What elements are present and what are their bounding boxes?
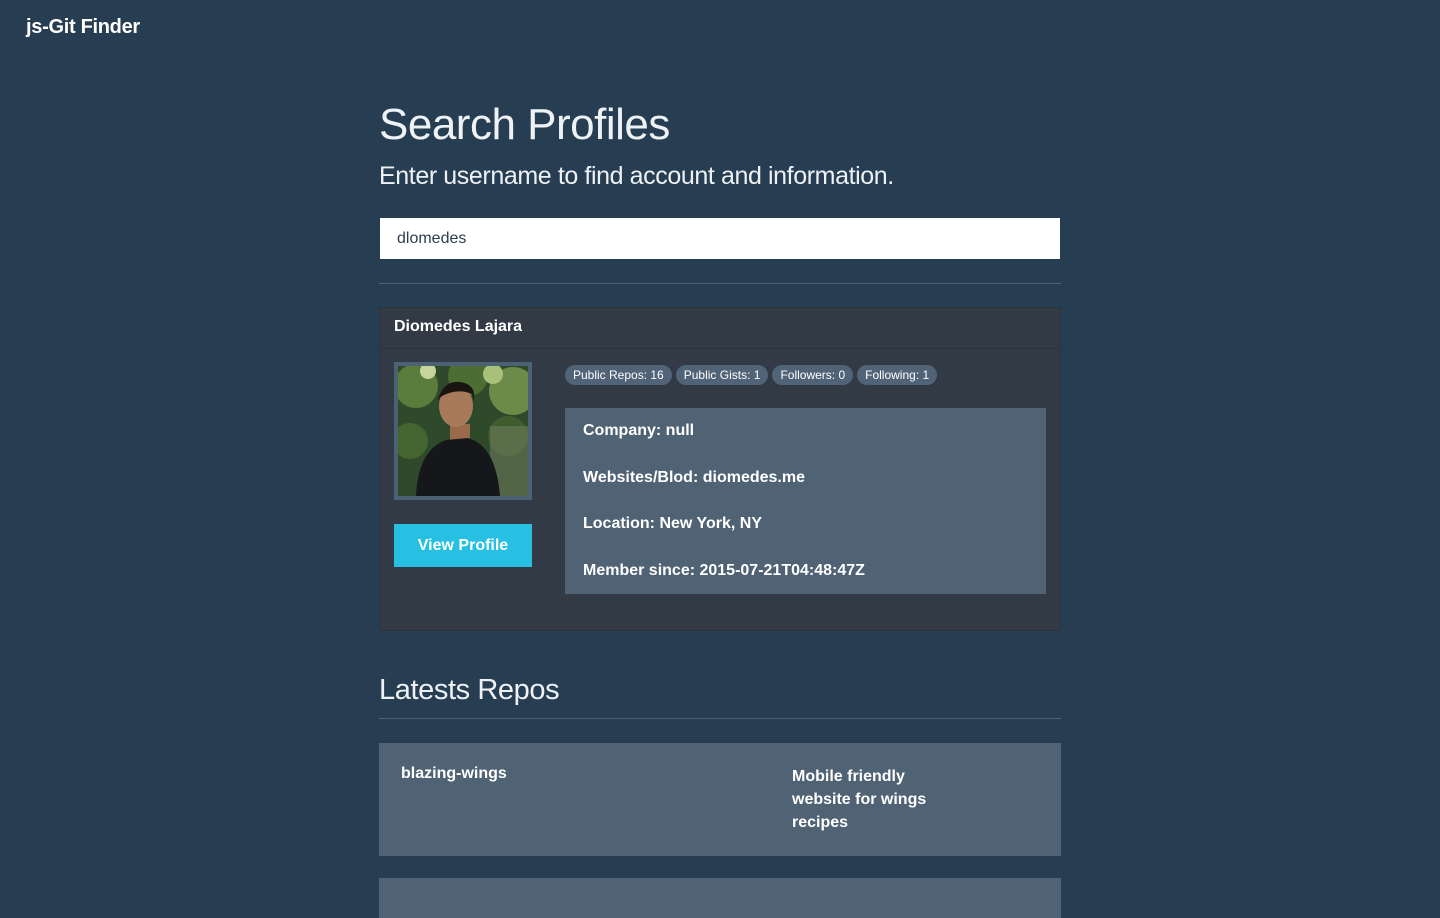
repo-name-link[interactable]: blazing-wings [401,765,507,783]
repo-card [379,878,1061,918]
repo-description: Mobile friendly website for wings recipe… [792,768,927,831]
stats-badges: Public Repos: 16 Public Gists: 1 Followe… [565,365,938,385]
followers-badge: Followers: 0 [772,365,854,385]
divider [379,718,1061,719]
navbar: js-Git Finder [0,0,1440,58]
page-title: Search Profiles [379,100,670,149]
following-badge: Following: 1 [857,365,938,385]
divider [379,283,1061,284]
location-info: Location: New York, NY [583,515,762,532]
view-profile-button[interactable]: View Profile [394,524,532,567]
public-gists-badge: Public Gists: 1 [675,365,769,385]
repo-card: blazing-wings Mobile friendly website fo… [379,743,1061,856]
profile-name: Diomedes Lajara [380,308,1060,349]
page-subtitle: Enter username to find account and infor… [379,162,894,190]
website-info: Websites/Blod: diomedes.me [583,468,805,486]
username-search-input[interactable] [380,218,1060,259]
brand-link[interactable]: js-Git Finder [26,16,140,39]
company-info: Company: null [583,422,695,439]
profile-info-list: Company: null Websites/Blod: diomedes.me… [565,408,1046,594]
public-repos-badge: Public Repos: 16 [565,365,672,385]
profile-card: Diomedes Lajara View Profile Public Repo… [379,307,1061,631]
member-since-info: Member since: 2015-07-21T04:48:47Z [583,561,865,579]
repos-section-title: Latests Repos [379,674,560,706]
avatar-photo [398,366,528,496]
avatar [394,362,532,500]
